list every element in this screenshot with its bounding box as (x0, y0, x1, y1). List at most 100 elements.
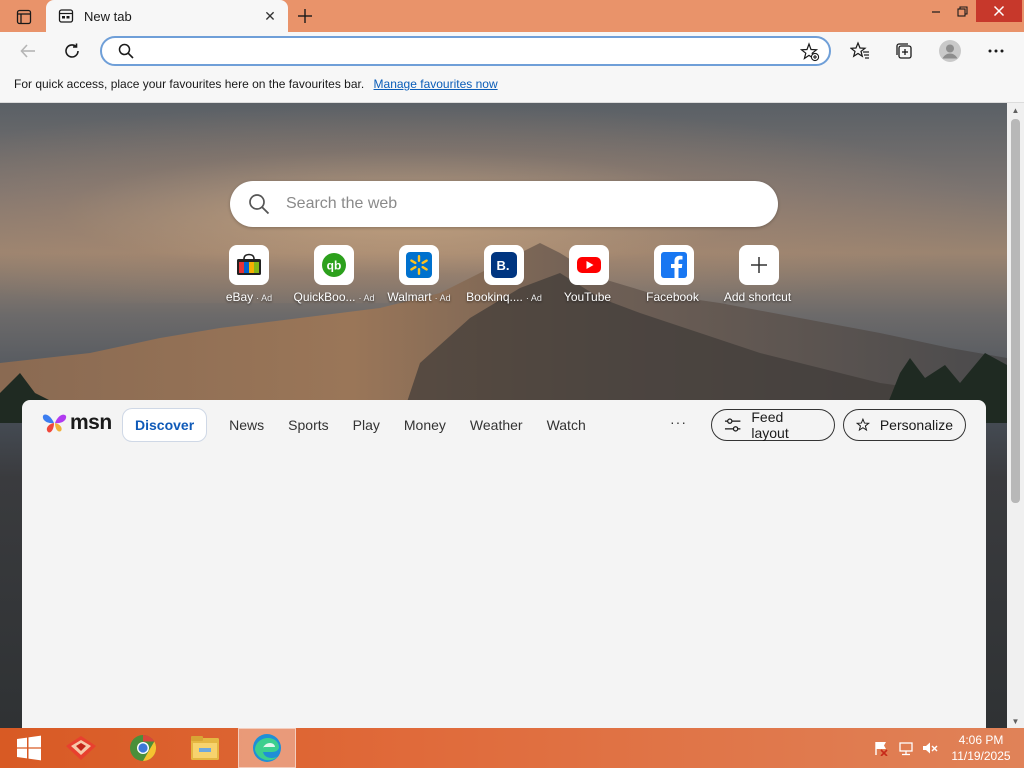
network-icon[interactable] (897, 740, 915, 756)
walmart-icon (406, 252, 432, 278)
scroll-thumb[interactable] (1011, 119, 1020, 503)
tab-news[interactable]: News (229, 417, 264, 433)
tab-discover[interactable]: Discover (122, 408, 208, 442)
shortcut-label: YouTube (563, 290, 612, 304)
svg-text:qb: qb (327, 259, 342, 273)
quickbooks-icon: qb (322, 253, 346, 277)
shortcut-tile (229, 245, 269, 285)
plus-icon (751, 257, 767, 273)
scroll-up-icon[interactable]: ▲ (1007, 103, 1024, 117)
app-icon (66, 736, 96, 760)
shortcut-tile (399, 245, 439, 285)
restore-button[interactable] (948, 0, 976, 22)
collections-button[interactable] (890, 37, 918, 65)
shortcut-tile (654, 245, 694, 285)
taskbar-app[interactable] (52, 728, 110, 768)
shortcut-youtube[interactable]: YouTube (549, 245, 629, 304)
msn-butterfly-icon (42, 414, 67, 433)
browser-toolbar (0, 32, 1024, 70)
new-tab-button[interactable] (292, 4, 318, 28)
refresh-icon (65, 43, 79, 58)
shortcut-ebay[interactable]: eBay · Ad (209, 245, 289, 304)
tab-new-tab[interactable]: New tab ✕ (46, 0, 288, 32)
more-tabs-button[interactable]: ··· (670, 414, 687, 430)
back-arrow-icon (20, 44, 35, 58)
minimize-icon (932, 11, 940, 13)
taskbar-file-explorer[interactable] (176, 728, 234, 768)
scroll-down-icon[interactable]: ▼ (1007, 714, 1024, 728)
edge-icon (253, 734, 281, 762)
settings-more-button[interactable] (982, 37, 1010, 65)
youtube-icon (577, 257, 601, 273)
add-favourite-star-icon[interactable] (800, 42, 820, 62)
address-input[interactable] (142, 42, 782, 60)
refresh-button[interactable] (58, 37, 86, 65)
system-clock[interactable]: 4:06 PM 11/19/2025 (948, 732, 1014, 764)
shortcut-booking[interactable]: B. Bookinq.... · Ad (464, 245, 544, 304)
shortcut-label: Facebook (646, 290, 699, 304)
more-dots-icon (988, 49, 1004, 53)
shortcut-walmart[interactable]: Walmart · Ad (379, 245, 459, 304)
shortcut-facebook[interactable]: Facebook (634, 245, 714, 304)
svg-text:B.: B. (497, 258, 510, 273)
shortcut-tile (569, 245, 609, 285)
page-scrollbar[interactable]: ▲ ▼ (1007, 103, 1024, 728)
volume-muted-icon[interactable] (921, 740, 939, 756)
tab-watch[interactable]: Watch (547, 417, 586, 433)
favourites-bar: For quick access, place your favourites … (0, 70, 1024, 103)
address-bar[interactable] (100, 36, 831, 66)
back-button[interactable] (14, 37, 42, 65)
close-window-button[interactable] (976, 0, 1022, 22)
shortcut-tile: qb (314, 245, 354, 285)
tab-actions-icon (16, 9, 32, 25)
ebay-icon (237, 253, 261, 275)
personalize-button[interactable]: Personalize (843, 409, 966, 441)
shortcut-label: Add shortcut (723, 290, 792, 304)
shortcut-label: QuickBoo... · Ad (293, 290, 375, 304)
web-search-box[interactable]: Search the web (230, 181, 778, 227)
plus-icon (298, 9, 312, 23)
personalize-label: Personalize (879, 417, 953, 433)
search-placeholder: Search the web (286, 195, 398, 212)
restore-icon (956, 5, 968, 17)
tab-money[interactable]: Money (404, 417, 446, 433)
star-pencil-icon (856, 417, 870, 432)
taskbar-chrome[interactable] (114, 728, 172, 768)
msn-logo[interactable]: msn (42, 408, 112, 438)
tab-close-icon[interactable]: ✕ (260, 6, 280, 26)
msn-feed-panel: msn Discover News Sports Play Money Weat… (22, 400, 986, 728)
favourites-star-icon (850, 41, 869, 59)
feed-layout-button[interactable]: Feed layout (711, 409, 835, 441)
clock-time: 4:06 PM (958, 733, 1004, 747)
tab-title: New tab (84, 8, 132, 24)
shortcut-quickbooks[interactable]: qb QuickBoo... · Ad (293, 245, 375, 304)
favourites-button[interactable] (846, 37, 874, 65)
tab-weather[interactable]: Weather (470, 417, 523, 433)
manage-favourites-link[interactable]: Manage favourites now (374, 77, 498, 91)
tab-actions-button[interactable] (10, 6, 38, 28)
search-icon (118, 43, 134, 59)
tab-sports[interactable]: Sports (288, 417, 328, 433)
close-icon (993, 5, 1005, 17)
sliders-icon (724, 418, 741, 432)
profile-button[interactable] (936, 37, 964, 65)
chrome-icon (130, 734, 157, 762)
msn-wordmark: msn (70, 411, 112, 434)
shortcut-label: Walmart · Ad (387, 290, 451, 304)
start-button[interactable] (0, 728, 58, 768)
taskbar-edge[interactable] (238, 728, 296, 768)
clock-date: 11/19/2025 (951, 749, 1011, 763)
tab-play[interactable]: Play (353, 417, 380, 433)
action-center-flag-icon[interactable] (872, 740, 890, 756)
start-icon (17, 735, 41, 761)
feed-nav: Discover News Sports Play Money Weather … (122, 408, 610, 442)
shortcut-label: Bookinq.... · Ad (466, 290, 542, 304)
add-shortcut-button[interactable]: Add shortcut (719, 245, 799, 304)
new-tab-page: Search the web eBay · Ad qb QuickBoo... · … (0, 103, 1007, 728)
collections-icon (896, 43, 912, 59)
booking-icon: B. (491, 252, 517, 278)
taskbar: 4:06 PM 11/19/2025 (0, 728, 1024, 768)
feed-layout-label: Feed layout (751, 409, 789, 441)
facebook-icon (661, 252, 687, 278)
shortcut-label: eBay · Ad (225, 290, 273, 304)
